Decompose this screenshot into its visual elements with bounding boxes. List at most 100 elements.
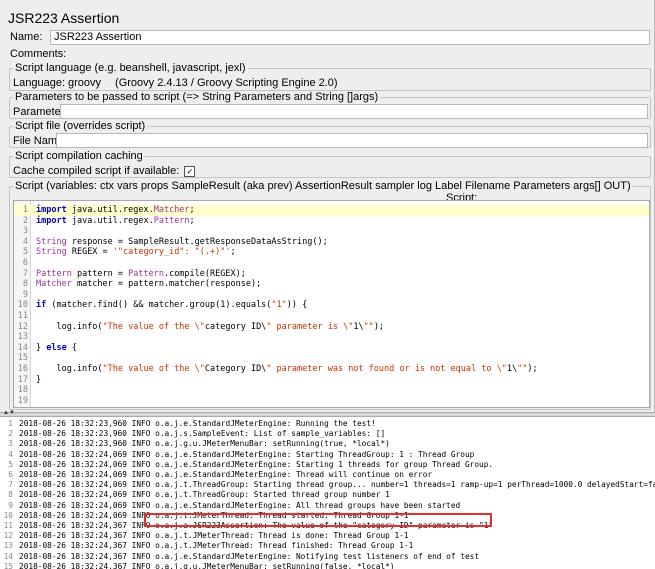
log-text: 2018-08-26 18:32:23,960 INFO o.a.j.e.Sta… <box>19 419 376 428</box>
cache-checkbox[interactable]: ✓ <box>184 165 196 177</box>
parameters-field[interactable] <box>60 104 648 119</box>
panel-title: JSR223 Assertion <box>8 10 120 26</box>
highlight-box <box>144 513 492 527</box>
parameters-legend: Parameters to be passed to script (=> St… <box>13 91 381 103</box>
log-text: 2018-08-26 18:32:24,367 INFO o.a.j.e.Sta… <box>19 551 480 561</box>
log-line-number: 5 <box>8 459 13 469</box>
line-number: 14 <box>17 342 28 353</box>
log-text: 2018-08-26 18:32:24,367 INFO o.a.j.t.JMe… <box>19 541 414 551</box>
log-line-number: 3 <box>8 439 13 449</box>
name-label: Name: <box>10 31 43 43</box>
line-number: 8 <box>22 279 28 290</box>
line-number: 2 <box>22 215 28 226</box>
script-editor[interactable]: 1 import java.util.regex.Matcher; 2 import … <box>13 200 650 408</box>
code-line: 19 <box>14 396 649 407</box>
code-text: import java.util.regex.Matcher; <box>36 205 195 215</box>
log-line-number: 13 <box>3 541 13 551</box>
log-line-number: 8 <box>8 490 13 500</box>
log-text: 2018-08-26 18:32:24,069 INFO o.a.j.e.Sta… <box>19 459 494 469</box>
cache-label: Cache compiled script if available: <box>13 165 180 177</box>
log-line: 6 2018-08-26 18:32:24,069 INFO o.a.j.e.St… <box>0 470 655 480</box>
language-select[interactable]: groovy <box>68 77 101 89</box>
log-line-number: 4 <box>8 449 13 459</box>
code-line: 5 String REGEX = '"category_id": "(.+)"'; <box>14 247 649 258</box>
log-line-number: 11 <box>3 521 13 530</box>
log-line: 5 2018-08-26 18:32:24,069 INFO o.a.j.e.St… <box>0 460 655 470</box>
compilation-caching-legend: Script compilation caching <box>13 150 145 162</box>
log-line: 2 2018-08-26 18:32:23,960 INFO o.a.j.s.Sa… <box>0 429 655 439</box>
log-line: 3 2018-08-26 18:32:23,960 INFO o.a.j.g.u.… <box>0 439 655 449</box>
log-text: 2018-08-26 18:32:24,367 INFO o.a.j.g.u.J… <box>19 561 395 569</box>
log-line-number: 15 <box>3 561 13 569</box>
code-line: 16 log.info("The value of the \"Category… <box>14 364 649 375</box>
collapse-down-icon[interactable]: ▼ <box>9 410 15 416</box>
log-line-number: 14 <box>3 551 13 561</box>
log-line-number: 12 <box>3 531 13 541</box>
line-number: 11 <box>17 311 28 321</box>
log-text: 2018-08-26 18:32:24,069 INFO o.a.j.e.Sta… <box>19 500 461 510</box>
comments-label: Comments: <box>10 48 67 60</box>
line-number: 19 <box>17 395 28 406</box>
code-text: log.info("The value of the \"category ID… <box>36 321 385 332</box>
log-viewer: 1 2018-08-26 18:32:23,960 INFO o.a.j.e.St… <box>0 417 655 569</box>
code-text: String REGEX = '"category_id": "(.+)"'; <box>36 247 236 258</box>
language-label: Language: <box>13 77 65 89</box>
log-line: 12 2018-08-26 18:32:24,367 INFO o.a.j.t.J… <box>0 531 655 541</box>
code-line: 4 String response = SampleResult.getRespo… <box>14 237 649 248</box>
line-number: 3 <box>22 226 28 237</box>
line-number: 17 <box>17 374 28 385</box>
code-line: 9 <box>14 290 649 301</box>
language-row: Language: groovy (Groovy 2.4.13 / Groovy… <box>13 77 338 89</box>
line-number: 5 <box>22 247 28 258</box>
code-line: 12 log.info("The value of the \"category… <box>14 322 649 333</box>
code-line: 6 <box>14 258 649 269</box>
log-line: 8 2018-08-26 18:32:24,069 INFO o.a.j.t.Th… <box>0 490 655 500</box>
jsr223-assertion-panel: JSR223 Assertion Name: JSR223 Assertion … <box>0 0 655 412</box>
log-line: 9 2018-08-26 18:32:24,069 INFO o.a.j.e.St… <box>0 501 655 511</box>
code-line: 13 <box>14 332 649 343</box>
file-name-field[interactable] <box>56 133 648 148</box>
log-line-number: 7 <box>8 480 13 490</box>
language-description: (Groovy 2.4.13 / Groovy Scripting Engine… <box>115 77 338 89</box>
log-line: 4 2018-08-26 18:32:24,069 INFO o.a.j.e.St… <box>0 450 655 460</box>
log-text: 2018-08-26 18:32:24,069 INFO o.a.j.e.Sta… <box>19 449 475 459</box>
log-text: 2018-08-26 18:32:24,069 INFO o.a.j.e.Sta… <box>19 470 433 479</box>
log-line-number: 6 <box>8 470 13 479</box>
name-field[interactable]: JSR223 Assertion <box>50 30 650 45</box>
code-line: 17} <box>14 375 649 386</box>
code-text: } <box>36 374 42 385</box>
log-text: 2018-08-26 18:32:24,367 INFO o.a.j.t.JMe… <box>19 531 409 541</box>
log-text: 2018-08-26 18:32:23,960 INFO o.a.j.g.u.J… <box>19 439 390 449</box>
code-text: Matcher matcher = pattern.matcher(respon… <box>36 279 262 290</box>
code-line: 11 <box>14 311 649 322</box>
code-line: 1 import java.util.regex.Matcher; <box>14 205 649 216</box>
name-row: Name: <box>10 31 42 43</box>
code-line: 7 Pattern pattern = Pattern.compile(REGEX… <box>14 269 649 280</box>
log-line-number: 10 <box>3 510 13 520</box>
log-text: 2018-08-26 18:32:23,960 INFO o.a.j.s.Sam… <box>19 429 386 439</box>
code-text: log.info("The value of the \"Category ID… <box>36 364 538 374</box>
code-line: 10 if (matcher.find() && matcher.group(1)… <box>14 300 649 311</box>
code-line: 14 } else { <box>14 343 649 354</box>
log-line-number: 1 <box>8 419 13 428</box>
code-text: } else { <box>36 342 77 353</box>
script-legend: Script (variables: ctx vars props Sample… <box>13 180 633 192</box>
comments-field[interactable] <box>62 46 650 61</box>
code-line: 18 <box>14 385 649 396</box>
script-file-legend: Script file (overrides script) <box>13 120 148 132</box>
log-line-number: 2 <box>8 429 13 439</box>
cache-row: Cache compiled script if available: ✓ <box>13 165 196 177</box>
log-line: 13 2018-08-26 18:32:24,367 INFO o.a.j.t.J… <box>0 541 655 551</box>
code-text: String response = SampleResult.getRespon… <box>36 236 328 247</box>
code-text: if (matcher.find() && matcher.group(1).e… <box>36 300 308 311</box>
line-number: 6 <box>22 258 28 268</box>
line-number: 9 <box>22 289 28 300</box>
line-number: 7 <box>22 268 28 279</box>
log-line: 1 2018-08-26 18:32:23,960 INFO o.a.j.e.St… <box>0 419 655 429</box>
comments-row: Comments: <box>10 48 66 60</box>
log-text: 2018-08-26 18:32:24,069 INFO o.a.j.t.Thr… <box>19 490 390 500</box>
code-line: 8 Matcher matcher = pattern.matcher(respo… <box>14 279 649 290</box>
line-number: 12 <box>17 321 28 332</box>
line-number: 4 <box>22 236 28 247</box>
line-number: 10 <box>17 300 28 311</box>
